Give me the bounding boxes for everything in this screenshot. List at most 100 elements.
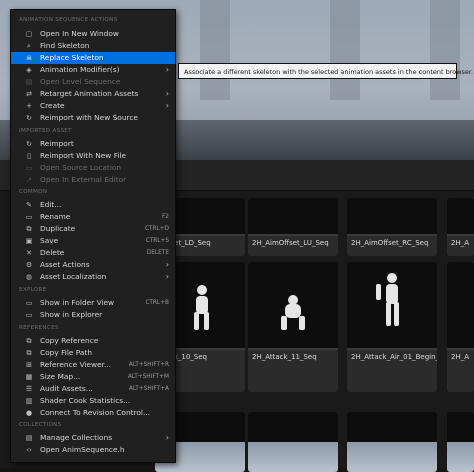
menu-item-copy-file-path[interactable]: ⧉ Copy File Path [11,347,175,359]
menu-item-label: Size Map... [40,372,81,381]
shortcut-label: CTRL+B [145,300,169,306]
shortcut-label: CTRL+S [145,238,169,244]
context-menu: ANIMATION SEQUENCE ACTIONS ▢ Open In New… [10,9,176,463]
edit-icon: ✎ [26,201,32,209]
menu-item-create[interactable]: + Create › [11,100,175,112]
menu-item-label: Reference Viewer... [40,360,112,369]
modifier-icon: ◈ [26,66,32,74]
menu-item-open-level-sequence[interactable]: ▤ Open Level Sequence [11,76,175,88]
menu-item-label: Reimport [40,139,74,148]
asset-tile[interactable]: 2H_Attack_Air_01_Begin_Seq [347,262,437,392]
asset-tile[interactable]: 2H_AimOffset_RC_Seq Animation Sequence [347,198,437,256]
menu-item-retarget-animation-assets[interactable]: ⇄ Retarget Animation Assets › [11,88,175,100]
folder-icon: ▭ [25,164,33,172]
menu-item-label: Reimport With New File [40,151,127,160]
revision-control-icon: ● [25,409,33,417]
asset-tile[interactable]: 2H_Attack_11_Seq [248,262,338,392]
asset-thumbnail [447,412,474,472]
menu-item-open-in-external-editor[interactable]: ↗ Open In External Editor [11,174,175,186]
copy-icon: ⧉ [26,337,32,345]
menu-item-shader-cook-statistics[interactable]: ▥ Shader Cook Statistics... [11,395,175,407]
menu-item-open-source-location[interactable]: ▭ Open Source Location [11,162,175,174]
menu-item-label: Show in Folder View [40,298,115,307]
menu-item-manage-collections[interactable]: ▤ Manage Collections › [11,432,175,444]
menu-item-show-in-folder-view[interactable]: ▭ Show in Folder View CTRL+B [11,297,175,309]
chevron-right-icon: › [165,89,169,98]
menu-item-delete[interactable]: ✕ Delete DELETE [11,247,175,259]
asset-thumbnail [248,412,338,472]
shortcut-label: ALT+SHIFT+M [127,374,169,380]
menu-item-label: Audit Assets... [40,384,93,393]
menu-item-reimport-with-new-source[interactable]: ↻ Reimport with New Source [11,112,175,124]
shortcut-label: F2 [161,214,169,220]
section-header-references: REFERENCES [19,325,59,331]
menu-item-open-in-new-window[interactable]: ▢ Open In New Window [11,28,175,40]
menu-item-animation-modifiers[interactable]: ◈ Animation Modifier(s) › [11,64,175,76]
menu-item-show-in-explorer[interactable]: ▭ Show in Explorer [11,309,175,321]
duplicate-icon: ⧉ [26,225,32,233]
skeleton-icon: ☠ [25,54,33,62]
menu-item-duplicate[interactable]: ⧉ Duplicate CTRL+D [11,223,175,235]
asset-tile[interactable] [248,412,338,472]
menu-item-connect-to-revision-control[interactable]: ● Connect To Revision Control... [11,407,175,419]
asset-thumbnail [248,198,338,236]
statistics-icon: ▥ [25,397,33,405]
menu-item-label: Connect To Revision Control... [40,408,151,417]
chevron-right-icon: › [165,65,169,74]
chevron-right-icon: › [165,101,169,110]
actions-icon: ⚙ [25,261,33,269]
asset-tile[interactable]: 2H_AimOffset_LU_Seq Animation Sequence [248,198,338,256]
menu-item-reference-viewer[interactable]: ⊞ Reference Viewer... ALT+SHIFT+R [11,359,175,371]
menu-item-label: Rename [40,212,71,221]
section-header-animation-sequence-actions: ANIMATION SEQUENCE ACTIONS [19,17,118,23]
menu-item-label: Find Skeleton [40,41,90,50]
menu-item-label: Edit... [40,200,62,209]
menu-item-audit-assets[interactable]: ☰ Audit Assets... ALT+SHIFT+A [11,383,175,395]
asset-tile[interactable] [347,412,437,472]
menu-item-label: Open Level Sequence [40,77,121,86]
menu-item-edit[interactable]: ✎ Edit... [11,199,175,211]
section-header-explore: EXPLORE [19,287,47,293]
explorer-icon: ▭ [25,311,33,319]
menu-item-asset-localization[interactable]: ◍ Asset Localization › [11,271,175,283]
menu-item-label: Show in Explorer [40,310,103,319]
menu-item-rename[interactable]: ▭ Rename F2 [11,211,175,223]
asset-tile[interactable] [447,412,474,472]
copy-icon: ⧉ [26,349,32,357]
menu-item-asset-actions[interactable]: ⚙ Asset Actions › [11,259,175,271]
section-header-imported-asset: IMPORTED ASSET [19,128,72,134]
menu-item-label: Retarget Animation Assets [40,89,139,98]
menu-item-label: Manage Collections [40,433,113,442]
shortcut-label: CTRL+D [144,226,169,232]
menu-item-reimport[interactable]: ↻ Reimport [11,138,175,150]
asset-name: 2H_AimOffset_RC_Seq [351,239,429,247]
asset-tile[interactable]: 2H_A [447,262,474,392]
asset-tile[interactable]: 2H_A Anima [447,198,474,256]
asset-name: 2H_Attack_11_Seq [252,353,317,361]
shortcut-label: DELETE [146,250,169,256]
menu-item-label: Delete [40,248,65,257]
menu-item-replace-skeleton[interactable]: ☠ Replace Skeleton [11,52,175,64]
menu-item-copy-reference[interactable]: ⧉ Copy Reference [11,335,175,347]
reimport-icon: ↻ [26,140,32,148]
menu-item-label: Copy Reference [40,336,99,345]
delete-icon: ✕ [26,249,32,257]
menu-item-label: Open Source Location [40,163,122,172]
menu-item-save[interactable]: ▣ Save CTRL+S [11,235,175,247]
asset-thumbnail [447,198,474,236]
menu-item-reimport-with-new-file[interactable]: ▯ Reimport With New File [11,150,175,162]
menu-item-label: Open In New Window [40,29,119,38]
asset-thumbnail [347,412,437,472]
chevron-right-icon: › [165,272,169,281]
menu-item-find-skeleton[interactable]: ⌕ Find Skeleton [11,40,175,52]
menu-item-label: Reimport with New Source [40,113,138,122]
asset-thumbnail [248,262,338,350]
menu-item-label: Open In External Editor [40,175,127,184]
character-pose-icon [281,295,305,330]
section-header-common: COMMON [19,189,48,195]
search-icon: ⌕ [27,42,31,50]
audit-icon: ☰ [25,385,33,393]
menu-item-open-animsequence-h[interactable]: ‹› Open AnimSequence.h [11,444,175,456]
menu-item-size-map[interactable]: ▦ Size Map... ALT+SHIFT+M [11,371,175,383]
menu-item-label: Shader Cook Statistics... [40,396,131,405]
